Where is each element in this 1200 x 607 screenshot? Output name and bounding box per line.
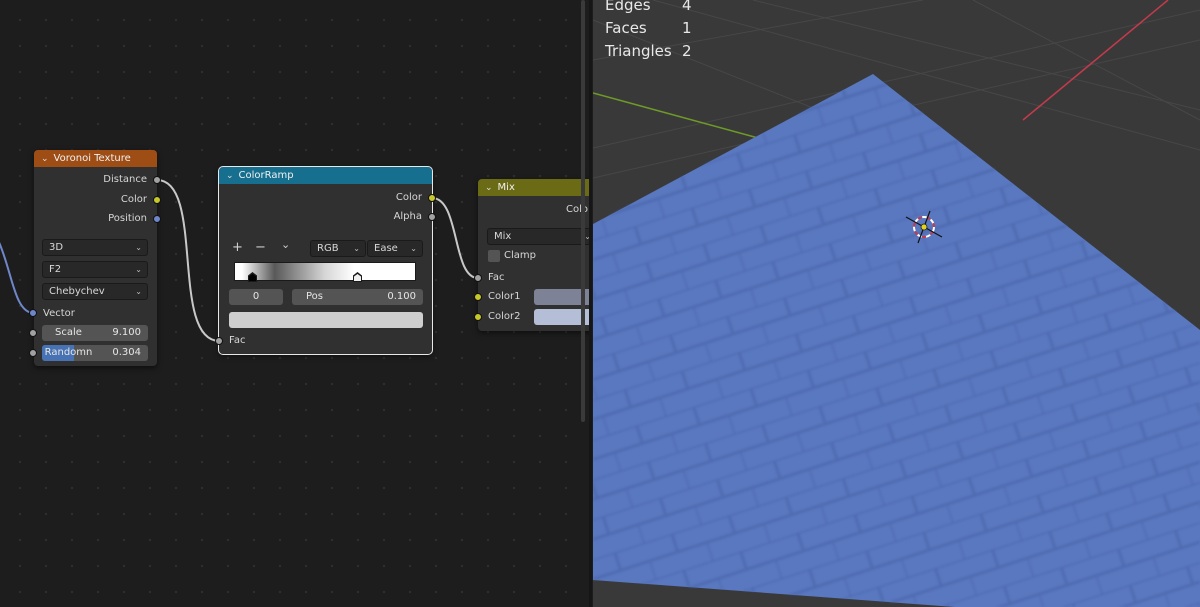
node-editor[interactable]: ⌄ Voronoi Texture Distance Color Positio… [0, 0, 592, 607]
link-vector [0, 242, 34, 314]
output-color-label: Color [395, 192, 422, 203]
color-ramp-gradient[interactable] [234, 262, 416, 281]
stat-value: 4 [682, 0, 692, 14]
add-stop-button[interactable]: + [232, 240, 243, 255]
dimensions-dropdown[interactable]: 3D ⌄ [42, 239, 148, 256]
pos-value: 0.100 [387, 291, 416, 302]
vector-label: Vector [43, 308, 75, 319]
chevron-down-icon[interactable]: ⌄ [226, 171, 234, 181]
stat-value: 2 [682, 42, 692, 60]
link-color-fac [431, 197, 479, 279]
pos-label: Pos [306, 291, 324, 302]
chevron-down-icon[interactable]: ⌄ [281, 238, 290, 251]
stop-index-field[interactable]: 0 [229, 289, 283, 305]
chevron-down-icon[interactable]: ⌄ [41, 154, 49, 164]
blend-mode-value: Mix [494, 231, 512, 242]
socket-scale[interactable] [29, 329, 37, 337]
stat-label: Faces [605, 19, 647, 37]
stat-label: Triangles [605, 42, 672, 60]
socket-color[interactable] [153, 196, 161, 204]
socket-alpha-out[interactable] [428, 213, 436, 221]
color-mode-dropdown[interactable]: RGB ⌄ [310, 240, 366, 257]
area-divider[interactable] [589, 0, 592, 607]
metric-value: Chebychev [49, 286, 105, 297]
output-alpha-label: Alpha [393, 211, 422, 222]
scale-label: Scale [55, 327, 82, 338]
node-title: Mix [497, 182, 515, 193]
scene-statistics: Edges 4 Faces 1 Triangles 2 [605, 0, 692, 63]
color1-label: Color1 [488, 291, 521, 302]
output-color-label: Color [120, 194, 147, 205]
viewport-scene [593, 0, 1200, 607]
color2-label: Color2 [488, 311, 521, 322]
socket-color-out[interactable] [428, 194, 436, 202]
clamp-label: Clamp [504, 250, 536, 261]
socket-randomness[interactable] [29, 349, 37, 357]
feature-value: F2 [49, 264, 62, 275]
node-title: Voronoi Texture [53, 153, 131, 164]
ramp-stop-handle[interactable] [353, 272, 362, 282]
randomness-slider[interactable]: Randomn 0.304 [42, 345, 148, 361]
mix-header[interactable]: ⌄ Mix [478, 179, 592, 196]
output-distance-label: Distance [103, 174, 147, 185]
clamp-checkbox[interactable] [488, 250, 500, 262]
color-mode-value: RGB [317, 243, 339, 254]
randomness-label: Randomn [44, 347, 93, 358]
chevron-down-icon: ⌄ [135, 265, 142, 274]
ramp-stop-handle[interactable] [248, 272, 257, 282]
stat-row: Faces 1 [605, 17, 692, 40]
chevron-down-icon: ⌄ [410, 244, 417, 253]
node-title: ColorRamp [238, 170, 294, 181]
x-axis-line [1022, 0, 1169, 121]
feature-dropdown[interactable]: F2 ⌄ [42, 261, 148, 278]
blend-mode-dropdown[interactable]: Mix ⌄ [487, 228, 592, 245]
stat-row: Edges 4 [605, 0, 692, 17]
voronoi-header[interactable]: ⌄ Voronoi Texture [34, 150, 157, 167]
stat-row: Triangles 2 [605, 40, 692, 63]
socket-vector[interactable] [29, 309, 37, 317]
scale-field[interactable]: Scale 9.100 [42, 325, 148, 341]
dimensions-value: 3D [49, 242, 64, 253]
fac-label: Fac [488, 272, 505, 283]
output-position-label: Position [108, 213, 147, 224]
chevron-down-icon: ⌄ [135, 287, 142, 296]
socket-fac-in[interactable] [215, 337, 223, 345]
colorramp-header[interactable]: ⌄ ColorRamp [219, 167, 432, 184]
3d-viewport[interactable]: Edges 4 Faces 1 Triangles 2 [593, 0, 1200, 607]
remove-stop-button[interactable]: − [255, 240, 266, 255]
fac-label: Fac [229, 335, 246, 346]
link-distance-fac [156, 179, 220, 342]
chevron-down-icon[interactable]: ⌄ [485, 183, 493, 193]
socket-color1[interactable] [474, 293, 482, 301]
chevron-down-icon: ⌄ [353, 244, 360, 253]
scale-value: 9.100 [112, 327, 141, 338]
interpolation-dropdown[interactable]: Ease ⌄ [367, 240, 423, 257]
vertical-scrollbar[interactable] [581, 0, 585, 422]
metric-dropdown[interactable]: Chebychev ⌄ [42, 283, 148, 300]
stop-color-swatch[interactable] [229, 312, 423, 328]
socket-distance[interactable] [153, 176, 161, 184]
stop-position-field[interactable]: Pos 0.100 [292, 289, 423, 305]
stop-index-value: 0 [252, 291, 260, 302]
interpolation-value: Ease [374, 243, 398, 254]
socket-fac-in[interactable] [474, 274, 482, 282]
randomness-value: 0.304 [112, 347, 141, 358]
socket-position[interactable] [153, 215, 161, 223]
chevron-down-icon: ⌄ [135, 243, 142, 252]
stat-label: Edges [605, 0, 651, 14]
stat-value: 1 [682, 19, 692, 37]
socket-color2[interactable] [474, 313, 482, 321]
